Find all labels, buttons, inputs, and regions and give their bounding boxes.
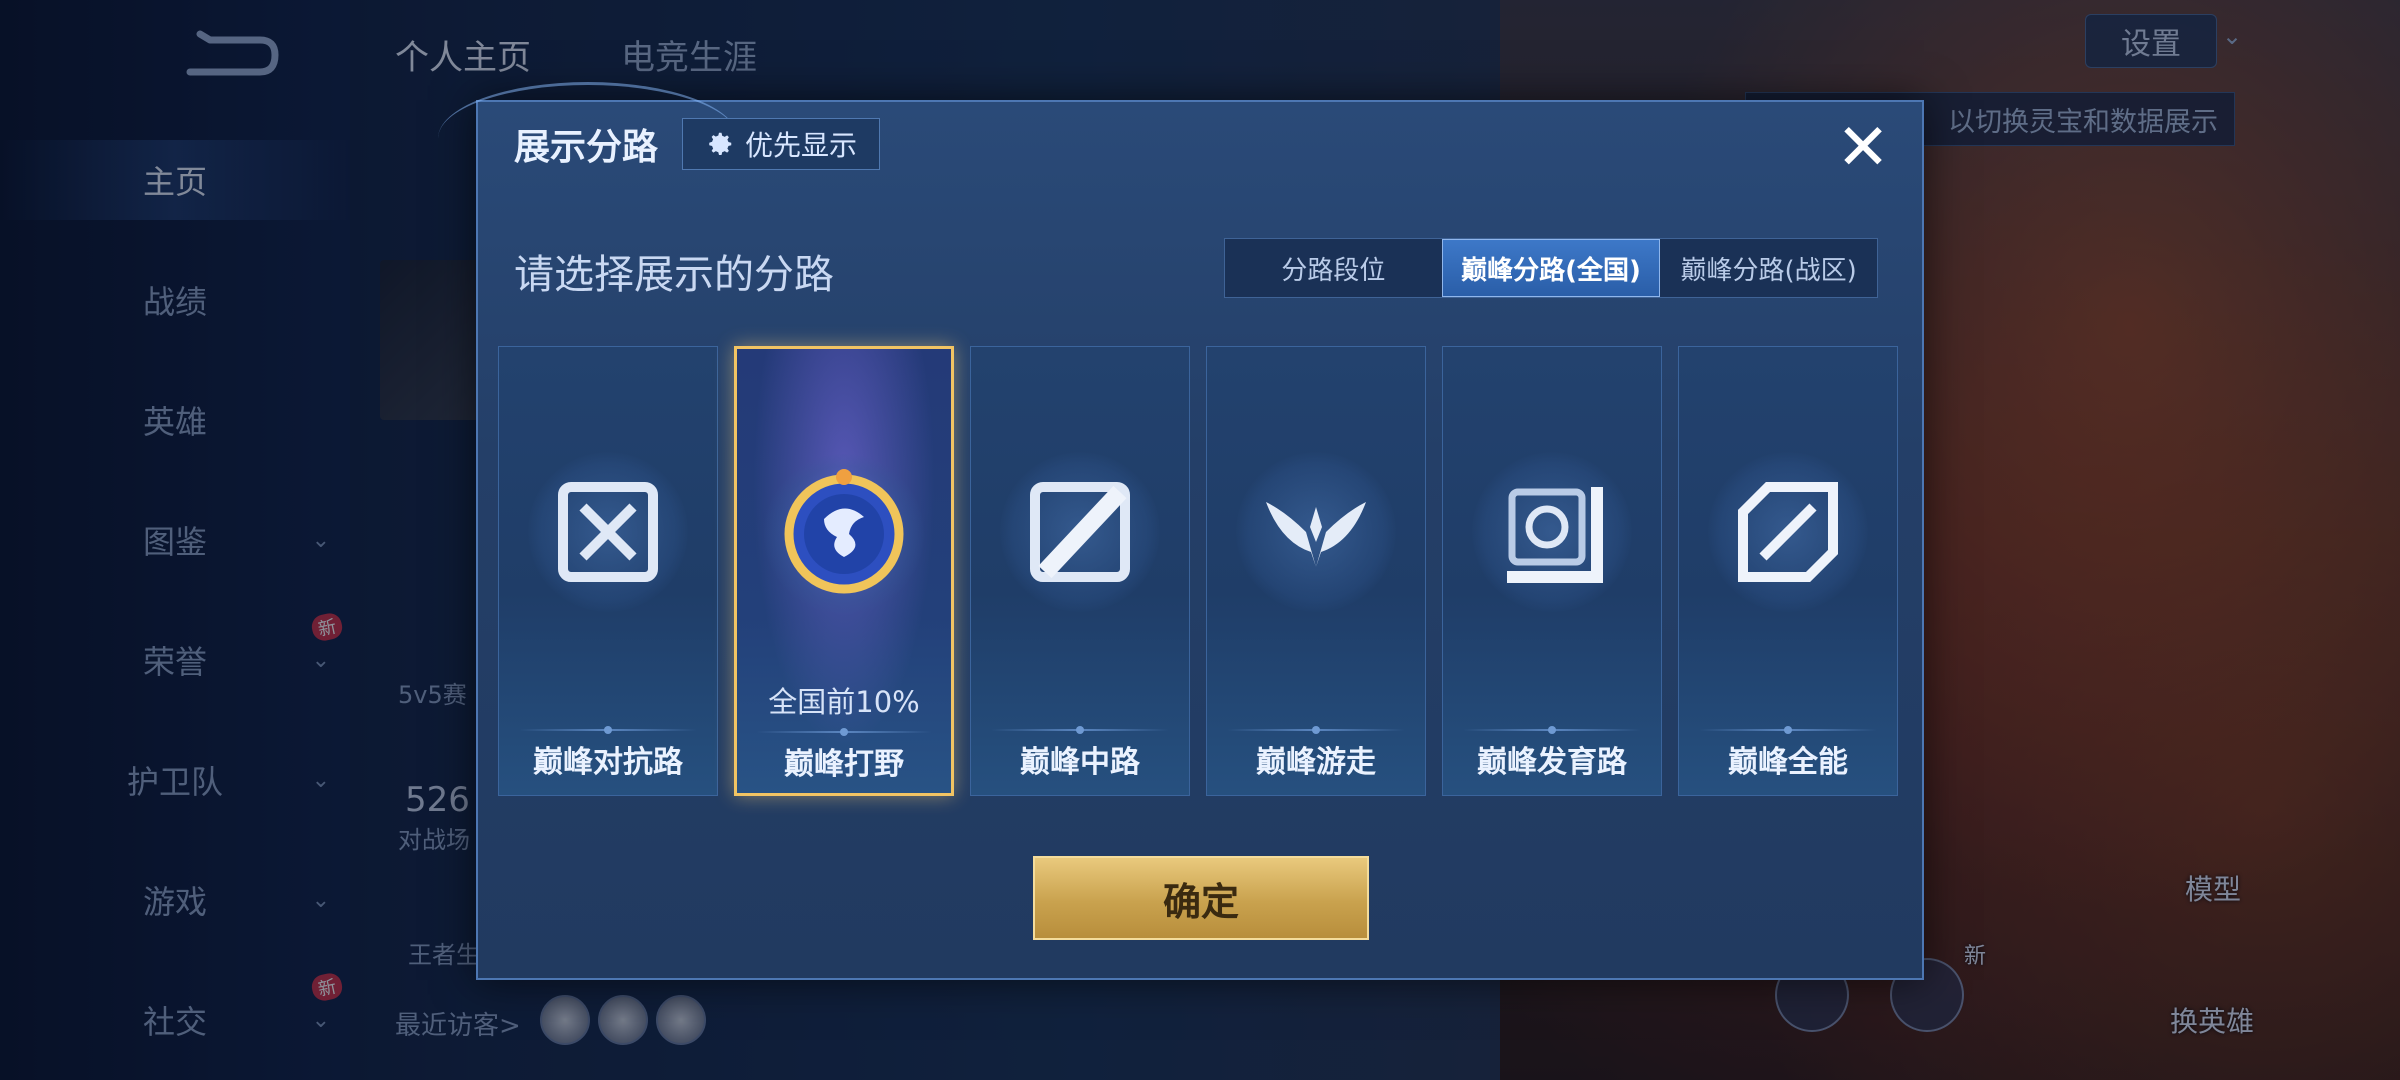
- lane-card-list: 巅峰对抗路 全国前10% 巅峰打野 巅峰中路 巅峰游走 巅峰发育路 巅峰全能: [498, 346, 1906, 796]
- lane-card-label: 巅峰打野: [784, 747, 904, 782]
- dialog-title: 展示分路: [514, 127, 659, 168]
- lane-card-label: 巅峰游走: [1256, 745, 1376, 780]
- clash-lane-icon: [528, 452, 688, 612]
- lane-card-jungle[interactable]: 全国前10% 巅峰打野: [734, 346, 954, 796]
- card-divider: [1227, 726, 1405, 734]
- card-divider: [1463, 726, 1641, 734]
- lane-card-farm[interactable]: 巅峰发育路: [1442, 346, 1662, 796]
- mid-lane-icon: [1000, 452, 1160, 612]
- farm-lane-icon: [1472, 452, 1632, 612]
- rank-percentile: 全国前10%: [768, 685, 920, 719]
- lane-card-label: 巅峰对抗路: [533, 745, 683, 780]
- lane-card-roam[interactable]: 巅峰游走: [1206, 346, 1426, 796]
- lane-card-mid[interactable]: 巅峰中路: [970, 346, 1190, 796]
- tab-lane-rank[interactable]: 分路段位: [1225, 239, 1442, 297]
- lane-select-dialog: 展示分路 优先显示 ✕ 请选择展示的分路 分路段位 巅峰分路(全国) 巅峰分路(…: [438, 82, 1924, 980]
- card-divider: [757, 728, 931, 736]
- card-divider: [519, 726, 697, 734]
- lane-mode-segmented-control: 分路段位 巅峰分路(全国) 巅峰分路(战区): [1224, 238, 1878, 298]
- close-button[interactable]: ✕: [1831, 116, 1895, 180]
- confirm-button[interactable]: 确定: [1033, 856, 1369, 940]
- tab-peak-lane-region[interactable]: 巅峰分路(战区): [1660, 239, 1877, 297]
- card-divider: [991, 726, 1169, 734]
- gear-icon: [709, 132, 732, 155]
- roam-wings-icon: [1236, 452, 1396, 612]
- lane-card-label: 巅峰全能: [1728, 745, 1848, 780]
- lane-card-allround[interactable]: 巅峰全能: [1678, 346, 1898, 796]
- lane-card-clash[interactable]: 巅峰对抗路: [498, 346, 718, 796]
- jungle-dragon-badge-icon: [764, 454, 924, 614]
- all-round-icon: [1708, 452, 1868, 612]
- dialog-subtitle: 请选择展示的分路: [514, 252, 834, 298]
- card-divider: [1699, 726, 1877, 734]
- priority-display-button[interactable]: 优先显示: [682, 118, 880, 170]
- lane-card-label: 巅峰中路: [1020, 745, 1140, 780]
- lane-card-label: 巅峰发育路: [1477, 745, 1627, 780]
- tab-peak-lane-national[interactable]: 巅峰分路(全国): [1441, 239, 1661, 297]
- priority-display-label: 优先显示: [744, 129, 857, 162]
